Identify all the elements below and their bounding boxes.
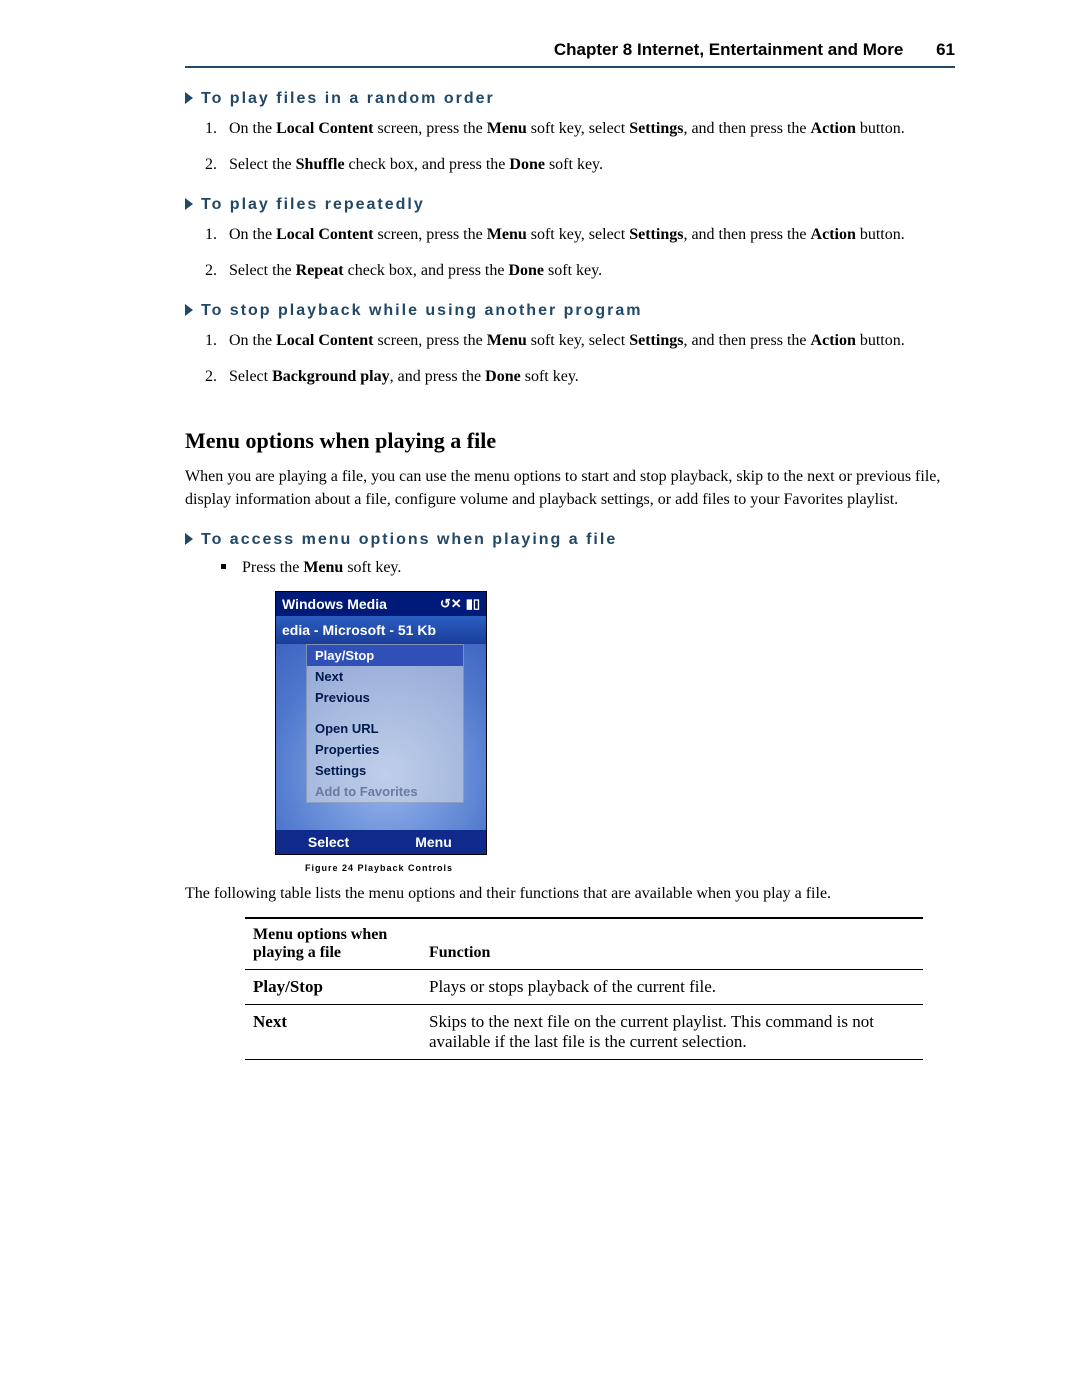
phone-body: Play/Stop Next Previous Open URL Propert… [276, 644, 486, 830]
table-intro: The following table lists the menu optio… [185, 883, 955, 905]
td-option: Play/Stop [245, 969, 421, 1004]
menu-options-table: Menu options when playing a file Functio… [245, 917, 923, 1060]
step: Select the Shuffle check box, and press … [221, 154, 955, 176]
step: On the Local Content screen, press the M… [221, 330, 955, 352]
chapter-title: Chapter 8 Internet, Entertainment and Mo… [554, 40, 904, 59]
step: On the Local Content screen, press the M… [221, 118, 955, 140]
menu-item-play-stop[interactable]: Play/Stop [307, 645, 463, 666]
td-option: Next [245, 1004, 421, 1059]
steps-random-order: On the Local Content screen, press the M… [221, 118, 955, 176]
subhead-repeatedly: To play files repeatedly [185, 196, 955, 214]
triangle-icon [185, 533, 193, 545]
table-row: Play/Stop Plays or stops playback of the… [245, 969, 923, 1004]
triangle-icon [185, 304, 193, 316]
phone-menu-panel: Play/Stop Next Previous Open URL Propert… [306, 644, 464, 803]
connection-icon: ↺✕ [440, 596, 462, 612]
th-function: Function [421, 918, 923, 970]
td-function: Skips to the next file on the current pl… [421, 1004, 923, 1059]
menu-item-previous[interactable]: Previous [307, 687, 463, 708]
step: Select Background play, and press the Do… [221, 366, 955, 388]
phone-softkey-bar: Select Menu [276, 830, 486, 854]
menu-item-next[interactable]: Next [307, 666, 463, 687]
page-number: 61 [936, 40, 955, 59]
steps-repeatedly: On the Local Content screen, press the M… [221, 224, 955, 282]
phone-frame: Windows Media ↺✕ ▮▯ edia - Microsoft - 5… [275, 591, 487, 855]
softkey-menu[interactable]: Menu [381, 830, 486, 854]
triangle-icon [185, 198, 193, 210]
menu-separator [307, 708, 463, 718]
step: On the Local Content screen, press the M… [221, 224, 955, 246]
menu-options-intro: When you are playing a file, you can use… [185, 466, 955, 510]
menu-item-properties[interactable]: Properties [307, 739, 463, 760]
page-header: Chapter 8 Internet, Entertainment and Mo… [185, 40, 955, 66]
header-rule [185, 66, 955, 68]
softkey-select[interactable]: Select [276, 830, 381, 854]
status-icons: ↺✕ ▮▯ [440, 596, 480, 612]
steps-stop-playback: On the Local Content screen, press the M… [221, 330, 955, 388]
page: Chapter 8 Internet, Entertainment and Mo… [0, 0, 1080, 1397]
phone-nowplaying: edia - Microsoft - 51 Kb [276, 616, 486, 644]
phone-titlebar: Windows Media ↺✕ ▮▯ [276, 592, 486, 616]
square-bullet-icon [221, 564, 226, 569]
menu-item-add-favorites[interactable]: Add to Favorites [307, 781, 463, 802]
phone-title-text: Windows Media [282, 596, 387, 612]
subhead-stop-playback: To stop playback while using another pro… [185, 302, 955, 320]
th-option: Menu options when playing a file [245, 918, 421, 970]
phone-screenshot: Windows Media ↺✕ ▮▯ edia - Microsoft - 5… [275, 591, 955, 855]
step: Select the Repeat check box, and press t… [221, 260, 955, 282]
menu-item-open-url[interactable]: Open URL [307, 718, 463, 739]
menu-item-settings[interactable]: Settings [307, 760, 463, 781]
td-function: Plays or stops playback of the current f… [421, 969, 923, 1004]
table-row: Next Skips to the next file on the curre… [245, 1004, 923, 1059]
signal-icon: ▮▯ [466, 596, 480, 612]
subhead-access-menu: To access menu options when playing a fi… [185, 531, 955, 549]
section-title-menu-options: Menu options when playing a file [185, 428, 955, 454]
subhead-random-order: To play files in a random order [185, 90, 955, 108]
triangle-icon [185, 92, 193, 104]
figure-caption: Figure 24 Playback Controls [305, 863, 955, 873]
bullet-press-menu: Press the Menu soft key. [221, 559, 955, 577]
